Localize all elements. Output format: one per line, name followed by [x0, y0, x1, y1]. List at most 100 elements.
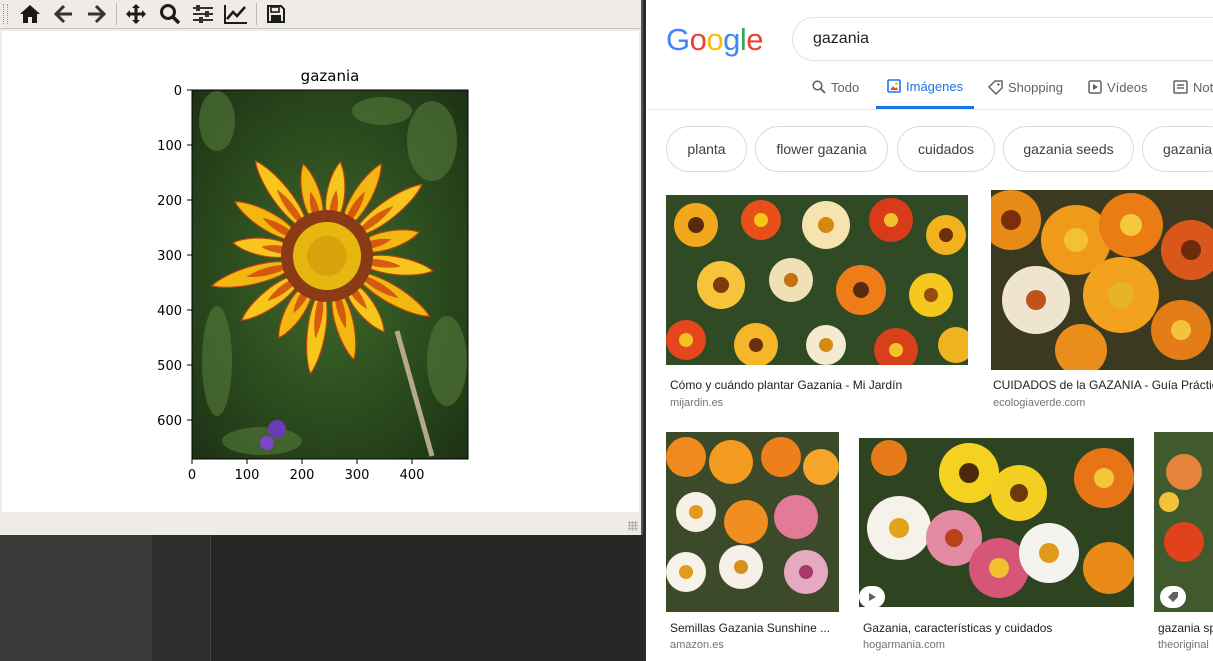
tab-shopping[interactable]: Shopping — [988, 66, 1063, 108]
search-icon — [812, 80, 826, 94]
y-tick-label: 400 — [157, 304, 182, 319]
gazania-mixed-image — [867, 440, 1134, 598]
result-thumbnail[interactable] — [859, 438, 1134, 607]
back-icon — [54, 4, 72, 24]
result-source: amazon.es — [670, 639, 724, 651]
tab-label: Vídeos — [1107, 79, 1148, 95]
y-tick-label: 100 — [157, 139, 182, 154]
flower-image — [192, 90, 468, 459]
toolbar-separator — [256, 3, 257, 25]
background-panel — [211, 535, 643, 661]
play-icon — [1088, 80, 1102, 94]
gazania-closeup-image — [991, 190, 1213, 370]
chip-gazania-seeds[interactable]: gazania seeds — [1003, 126, 1134, 172]
matplotlib-window: gazania 0 100 200 300 400 500 600 0 100 … — [0, 0, 643, 535]
google-logo[interactable]: Google — [666, 22, 764, 58]
save-button[interactable] — [262, 1, 290, 27]
plot-title: gazania — [301, 67, 360, 85]
chip-label: flower gazania — [776, 141, 867, 157]
image-result[interactable]: gazania sp theoriginal — [1154, 432, 1213, 661]
chip-gazania[interactable]: gazania — [1142, 126, 1213, 172]
pan-icon — [126, 4, 146, 24]
x-tick-label: 200 — [290, 468, 315, 483]
status-bar — [0, 512, 641, 534]
chip-label: planta — [687, 141, 726, 157]
result-thumbnail[interactable] — [991, 190, 1213, 370]
result-title[interactable]: Cómo y cuándo plantar Gazania - Mi Jardí… — [670, 378, 966, 392]
zoom-button[interactable] — [156, 1, 184, 27]
y-tick-label: 300 — [157, 249, 182, 264]
home-icon — [20, 5, 40, 23]
x-tick-label: 400 — [400, 468, 425, 483]
result-thumbnail[interactable] — [666, 195, 968, 365]
play-icon — [869, 593, 876, 601]
tag-icon — [988, 79, 1003, 95]
logo-letter: o — [706, 22, 724, 57]
background-panel — [152, 535, 211, 661]
axes: gazania 0 100 200 300 400 500 600 0 100 … — [157, 67, 469, 483]
result-title[interactable]: Semillas Gazania Sunshine ... — [670, 621, 835, 635]
y-tick-label: 600 — [157, 414, 182, 429]
chip-planta[interactable]: planta — [666, 126, 747, 172]
y-tick-label: 500 — [157, 359, 182, 374]
image-result[interactable]: CUIDADOS de la GAZANIA - Guía Práctic ec… — [991, 190, 1213, 410]
background-panel — [0, 535, 152, 661]
logo-letter: G — [666, 22, 690, 57]
configure-subplots-icon — [193, 5, 213, 23]
y-tick-label: 200 — [157, 194, 182, 209]
result-source: mijardin.es — [670, 397, 724, 409]
result-thumbnail[interactable] — [666, 432, 839, 612]
back-button[interactable] — [50, 1, 78, 27]
result-title[interactable]: Gazania, características y cuidados — [863, 621, 1133, 635]
logo-letter: g — [723, 22, 740, 57]
forward-button[interactable] — [82, 1, 110, 27]
pan-button[interactable] — [122, 1, 150, 27]
forward-icon — [88, 4, 106, 24]
logo-letter: e — [746, 22, 764, 57]
video-badge — [859, 586, 885, 607]
logo-letter: o — [689, 22, 707, 57]
result-title[interactable]: CUIDADOS de la GAZANIA - Guía Práctic — [993, 378, 1213, 392]
tab-label: Not — [1193, 79, 1213, 95]
image-result[interactable]: Cómo y cuándo plantar Gazania - Mi Jardí… — [666, 195, 968, 410]
result-source: hogarmania.com — [863, 639, 945, 651]
search-tabs: Todo Imágenes Shopping Vídeos Not — [646, 66, 1213, 110]
chip-label: gazania seeds — [1023, 141, 1114, 157]
chip-flower-gazania[interactable]: flower gazania — [755, 126, 888, 172]
toolbar-grip[interactable] — [3, 4, 8, 24]
result-source: theoriginal — [1158, 639, 1209, 651]
resize-grip[interactable] — [628, 521, 638, 531]
gazania-seeds-image — [666, 437, 839, 594]
tab-noticias[interactable]: Not — [1173, 66, 1213, 108]
image-result[interactable]: Gazania, características y cuidados hoga… — [859, 438, 1134, 661]
gazania-plant-image — [1159, 454, 1204, 562]
x-tick-label: 0 — [188, 468, 196, 483]
result-title[interactable]: gazania sp — [1158, 621, 1213, 635]
gazania-field-image — [666, 198, 968, 365]
google-images-page: Google Todo Imágenes Shopping Vídeos Not… — [646, 0, 1213, 661]
image-result[interactable]: Semillas Gazania Sunshine ... amazon.es — [666, 432, 839, 661]
search-input[interactable] — [813, 30, 1193, 48]
tab-label: Imágenes — [906, 78, 964, 94]
chip-label: gazania — [1163, 141, 1213, 157]
result-thumbnail[interactable] — [1154, 432, 1213, 612]
chip-cuidados[interactable]: cuidados — [897, 126, 995, 172]
search-box[interactable] — [792, 17, 1213, 61]
tag-icon — [1168, 592, 1178, 602]
configure-subplots-button[interactable] — [189, 1, 217, 27]
x-tick-label: 100 — [235, 468, 260, 483]
y-tick-label: 0 — [174, 84, 182, 99]
edit-axes-icon — [224, 5, 247, 24]
save-icon — [267, 5, 285, 23]
home-button[interactable] — [16, 1, 44, 27]
tab-imagenes[interactable]: Imágenes — [876, 66, 975, 109]
product-badge — [1160, 586, 1186, 608]
tab-todo[interactable]: Todo — [812, 66, 859, 108]
navigation-toolbar — [0, 0, 641, 29]
tab-videos[interactable]: Vídeos — [1088, 66, 1147, 108]
zoom-icon — [160, 4, 181, 25]
figure-canvas[interactable]: gazania 0 100 200 300 400 500 600 0 100 … — [2, 31, 639, 512]
news-icon — [1173, 80, 1188, 94]
tab-label: Shopping — [1008, 79, 1063, 95]
edit-axes-button[interactable] — [222, 1, 250, 27]
